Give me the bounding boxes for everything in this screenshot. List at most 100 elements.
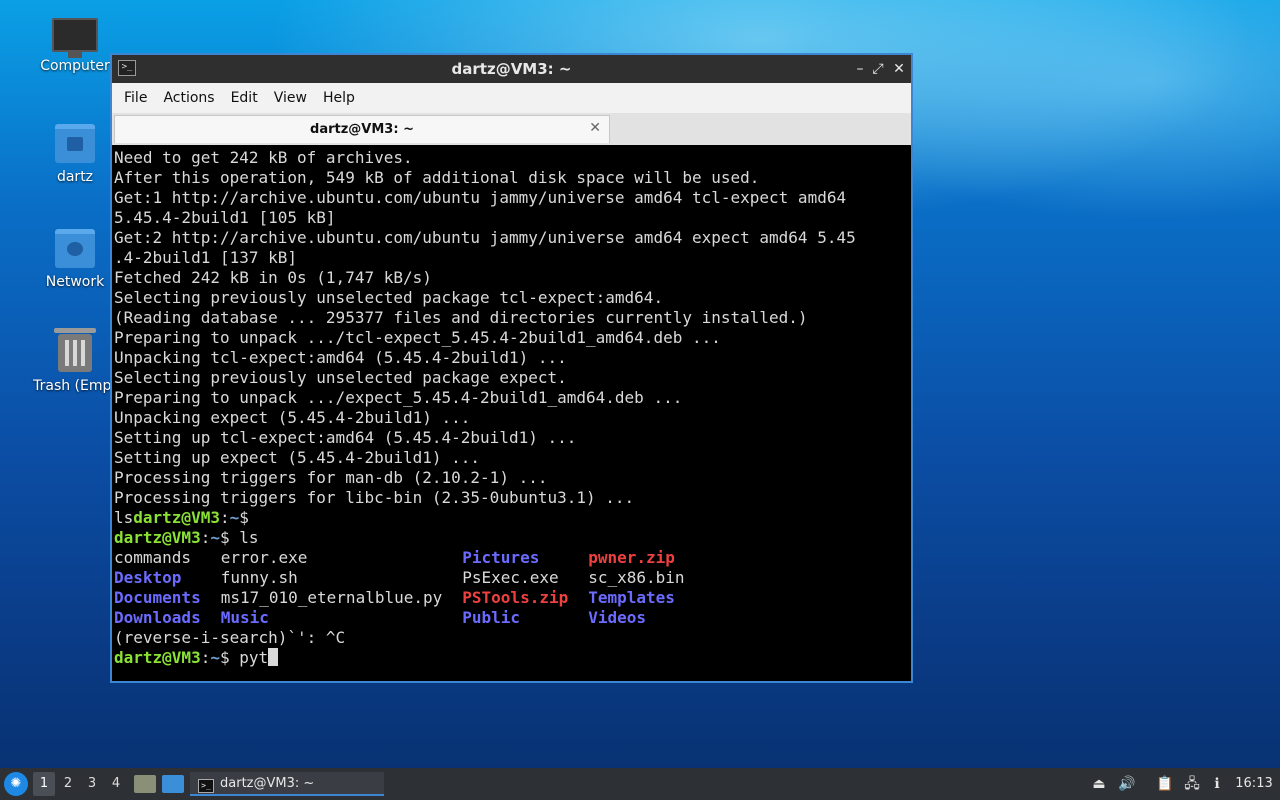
prompt-path: ~: [229, 508, 240, 527]
ls-entry: Videos: [588, 608, 647, 627]
ls-entry: funny.sh: [220, 568, 298, 587]
minimize-button[interactable]: –: [850, 59, 870, 79]
menu-help[interactable]: Help: [315, 90, 363, 106]
prompt-end: $: [219, 528, 240, 547]
ls-row: Desktop funny.sh PsExec.exe sc_x86.bin: [114, 568, 705, 588]
taskbar: ✺ 1 2 3 4 >_ dartz@VM3: ~ ⏏ 🔊 📋 🖧 ℹ 16:13: [0, 768, 1280, 800]
terminal-output-line: Need to get 242 kB of archives.: [114, 148, 413, 167]
workspace-3[interactable]: 3: [81, 772, 103, 796]
ls-listing: commands error.exe Pictures pwner.zip Deskto…: [114, 548, 705, 628]
ls-entry: Desktop: [114, 568, 182, 587]
terminal-output-line: Get:2 http://archive.ubuntu.com/ubuntu j…: [114, 228, 856, 247]
trash-icon: [54, 328, 96, 372]
task-label: dartz@VM3: ~: [220, 776, 315, 791]
menu-actions[interactable]: Actions: [155, 90, 222, 106]
terminal-output-line: Processing triggers for libc-bin (2.35-0…: [114, 488, 635, 507]
start-menu-icon[interactable]: ✺: [4, 772, 28, 796]
home-folder-icon: [55, 124, 95, 163]
command-text: ls: [239, 528, 259, 547]
file-manager-launcher-icon[interactable]: [134, 775, 156, 793]
current-input[interactable]: pyt: [239, 648, 268, 667]
ls-entry: ms17_010_eternalblue.py: [220, 588, 443, 607]
notification-icon[interactable]: ℹ: [1206, 772, 1228, 796]
terminal-output-line: After this operation, 549 kB of addition…: [114, 168, 760, 187]
prompt-path: ~: [210, 528, 220, 547]
ls-entry: Documents: [114, 588, 201, 607]
ls-entry: PsExec.exe: [462, 568, 559, 587]
menu-edit[interactable]: Edit: [223, 90, 266, 106]
menu-view[interactable]: View: [266, 90, 315, 106]
menu-bar: File Actions Edit View Help: [112, 83, 911, 113]
terminal-task-icon: >_: [198, 779, 214, 793]
window-title: dartz@VM3: ~: [451, 60, 572, 78]
ls-entry: Downloads: [114, 608, 201, 627]
terminal-output-line: Get:1 http://archive.ubuntu.com/ubuntu j…: [114, 188, 847, 207]
ls-entry: error.exe: [220, 548, 308, 567]
desktop-icon-label: Trash (Empt: [33, 378, 117, 394]
prompt-user: dartz@VM3: [133, 508, 220, 527]
terminal-output-line: Unpacking expect (5.45.4-2build1) ...: [114, 408, 471, 427]
show-desktop-icon[interactable]: [162, 775, 184, 793]
prompt-user: dartz@VM3: [114, 648, 201, 667]
ls-entry: Pictures: [462, 548, 540, 567]
ls-row: Documents ms17_010_eternalblue.py PSTools.…: [114, 588, 705, 608]
ls-entry: pwner.zip: [588, 548, 675, 567]
network-folder-icon: [55, 229, 95, 268]
maximize-button[interactable]: ⤢: [868, 59, 888, 79]
desktop-icon-label: Network: [45, 274, 105, 290]
ls-entry: Public: [462, 608, 521, 627]
workspace-2[interactable]: 2: [57, 772, 79, 796]
prompt-end: $: [219, 648, 240, 667]
tab-close-icon[interactable]: ✕: [589, 120, 601, 136]
eject-icon[interactable]: ⏏: [1088, 772, 1110, 796]
terminal-output-line: 5.45.4-2build1 [105 kB]: [114, 208, 336, 227]
clock[interactable]: 16:13: [1232, 772, 1276, 796]
window-titlebar[interactable]: >_ dartz@VM3: ~ – ⤢ ✕: [112, 55, 911, 83]
workspace-1[interactable]: 1: [33, 772, 55, 796]
prompt-separator: :: [200, 528, 211, 547]
clipboard-icon[interactable]: 📋: [1154, 772, 1176, 796]
taskbar-task-terminal[interactable]: >_ dartz@VM3: ~: [190, 772, 384, 796]
terminal-output-line: Setting up expect (5.45.4-2build1) ...: [114, 448, 481, 467]
terminal-output-line: Fetched 242 kB in 0s (1,747 kB/s): [114, 268, 432, 287]
terminal-output[interactable]: Need to get 242 kB of archives. After thi…: [112, 145, 911, 681]
prompt-separator: :: [219, 508, 230, 527]
terminal-line-ls-prefixed: lsdartz@VM3:~$: [114, 508, 911, 528]
terminal-output-line: .4-2build1 [137 kB]: [114, 248, 298, 267]
tab-label: dartz@VM3: ~: [310, 122, 414, 137]
tab-bar: dartz@VM3: ~ ✕: [112, 113, 911, 146]
close-button[interactable]: ✕: [889, 59, 909, 79]
prompt-separator: :: [200, 648, 211, 667]
terminal-output-line: (Reading database ... 295377 files and d…: [114, 308, 808, 327]
workspace-4[interactable]: 4: [105, 772, 127, 796]
terminal-log: Need to get 242 kB of archives. After thi…: [114, 148, 911, 508]
ls-entry: Templates: [588, 588, 675, 607]
terminal-output-line: Selecting previously unselected package …: [114, 368, 567, 387]
typed-text: ls: [114, 508, 134, 527]
prompt-user: dartz@VM3: [114, 528, 201, 547]
ls-entry: commands: [114, 548, 192, 567]
terminal-output-line: Setting up tcl-expect:amd64 (5.45.4-2bui…: [114, 428, 577, 447]
terminal-window[interactable]: >_ dartz@VM3: ~ – ⤢ ✕ File Actions Edit …: [110, 53, 913, 683]
prompt-path: ~: [210, 648, 220, 667]
desktop-icon-label: Computer: [40, 58, 110, 74]
text-cursor: [268, 648, 279, 666]
computer-icon: [52, 18, 98, 58]
tab-terminal[interactable]: dartz@VM3: ~ ✕: [114, 115, 610, 143]
terminal-line-reverse-search: (reverse-i-search)`': ^C: [114, 628, 346, 647]
volume-icon[interactable]: 🔊: [1116, 772, 1138, 796]
terminal-line-ls-command: dartz@VM3:~$ ls: [114, 528, 911, 548]
ls-row: commands error.exe Pictures pwner.zip: [114, 548, 705, 568]
ls-entry: sc_x86.bin: [588, 568, 685, 587]
network-status-icon[interactable]: 🖧: [1181, 772, 1203, 796]
terminal-line-current: dartz@VM3:~$ pyt: [114, 648, 911, 668]
terminal-output-line: Selecting previously unselected package …: [114, 288, 664, 307]
ls-entry: Music: [220, 608, 269, 627]
ls-row: Downloads Music Public Videos: [114, 608, 705, 628]
terminal-output-line: Unpacking tcl-expect:amd64 (5.45.4-2buil…: [114, 348, 567, 367]
terminal-output-line: Processing triggers for man-db (2.10.2-1…: [114, 468, 548, 487]
desktop-icon-label: dartz: [56, 169, 94, 185]
menu-file[interactable]: File: [116, 90, 155, 106]
terminal-output-line: Preparing to unpack .../tcl-expect_5.45.…: [114, 328, 721, 347]
ls-entry: PSTools.zip: [462, 588, 569, 607]
